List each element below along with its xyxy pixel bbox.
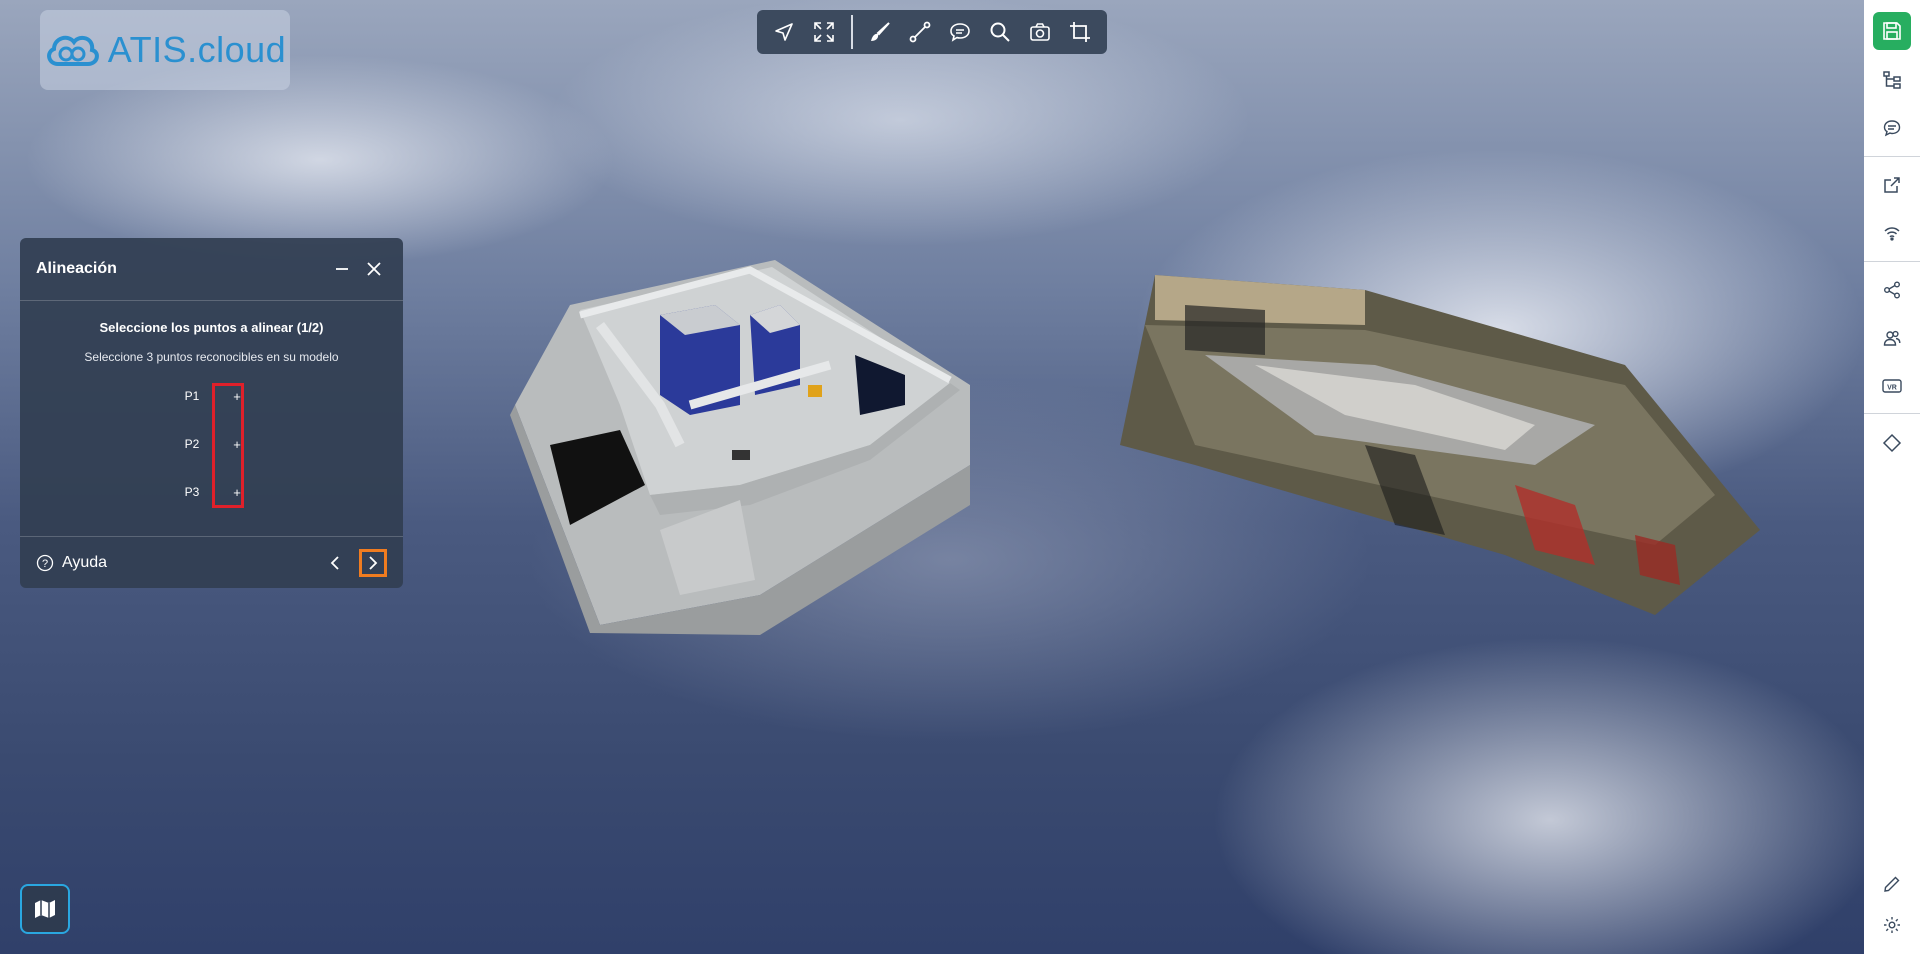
svg-text:VR: VR <box>1887 385 1897 392</box>
point-label-p3: P3 <box>184 485 200 499</box>
map-button[interactable] <box>20 884 70 934</box>
step-subtitle: Seleccione 3 puntos reconocibles en su m… <box>84 350 339 364</box>
users-button[interactable] <box>1864 318 1920 358</box>
panel-footer: ? Ayuda <box>20 536 403 588</box>
sidebar-divider <box>1864 261 1920 262</box>
measure-icon[interactable] <box>901 13 939 51</box>
bim-model[interactable] <box>510 255 980 635</box>
settings-button[interactable] <box>1864 905 1920 945</box>
external-link-icon <box>1884 177 1900 193</box>
comment-icon[interactable] <box>941 13 979 51</box>
users-icon <box>1883 330 1901 346</box>
point-label-p1: P1 <box>184 389 200 403</box>
pencil-icon <box>1884 876 1900 892</box>
step-title: Seleccione los puntos a alinear (1/2) <box>99 320 324 335</box>
sidebar-divider <box>1864 413 1920 414</box>
share-icon <box>1884 281 1900 299</box>
edit-button[interactable] <box>1864 864 1920 904</box>
point-cloud-model[interactable] <box>1115 265 1765 625</box>
brush-icon[interactable] <box>861 13 899 51</box>
external-link-button[interactable] <box>1864 165 1920 205</box>
minimize-icon <box>336 268 348 270</box>
panel-title: Alineación <box>36 260 117 277</box>
panel-header: Alineación <box>20 238 403 301</box>
diamond-icon <box>1882 433 1902 453</box>
save-button[interactable] <box>1873 12 1911 50</box>
tree-button[interactable] <box>1864 60 1920 100</box>
cloud-logo-icon <box>46 35 99 66</box>
alignment-panel: Alineación Seleccione los puntos a aline… <box>20 238 403 588</box>
settings-icon <box>1884 917 1900 933</box>
wifi-button[interactable] <box>1864 212 1920 252</box>
top-toolbar <box>757 10 1107 54</box>
svg-text:?: ? <box>42 558 48 570</box>
logo-text: ATIS.cloud <box>107 29 287 70</box>
point-label-p2: P2 <box>184 437 200 451</box>
help-icon[interactable]: ? <box>36 554 54 572</box>
chevron-left-icon <box>330 555 339 570</box>
navigate-icon[interactable] <box>765 13 803 51</box>
vr-icon: VR <box>1882 379 1902 393</box>
fullscreen-icon[interactable] <box>805 13 843 51</box>
right-sidebar: VR <box>1864 0 1920 954</box>
wifi-icon <box>1884 227 1900 241</box>
next-button[interactable] <box>359 548 387 577</box>
add-point-p1-button[interactable]: + <box>226 385 248 407</box>
close-button[interactable] <box>361 256 387 282</box>
add-point-p2-button[interactable]: + <box>226 433 248 455</box>
minimize-button[interactable] <box>329 256 355 282</box>
camera-icon[interactable] <box>1021 13 1059 51</box>
chat-icon <box>1883 120 1901 137</box>
share-button[interactable] <box>1864 270 1920 310</box>
vr-button[interactable]: VR <box>1864 366 1920 406</box>
tree-icon <box>1883 71 1901 89</box>
search-icon[interactable] <box>981 13 1019 51</box>
chat-button[interactable] <box>1864 108 1920 148</box>
chevron-right-icon <box>369 555 378 570</box>
help-link[interactable]: Ayuda <box>62 554 311 572</box>
sidebar-divider <box>1864 156 1920 157</box>
alignment-tool-button[interactable] <box>1864 423 1920 463</box>
logo: ATIS.cloud <box>40 10 290 90</box>
previous-button[interactable] <box>321 549 349 577</box>
add-point-p3-button[interactable]: + <box>226 481 248 503</box>
save-icon <box>1883 22 1901 40</box>
map-icon <box>35 900 55 918</box>
close-icon <box>367 262 381 276</box>
crop-icon[interactable] <box>1061 13 1099 51</box>
toolbar-divider <box>851 15 853 49</box>
